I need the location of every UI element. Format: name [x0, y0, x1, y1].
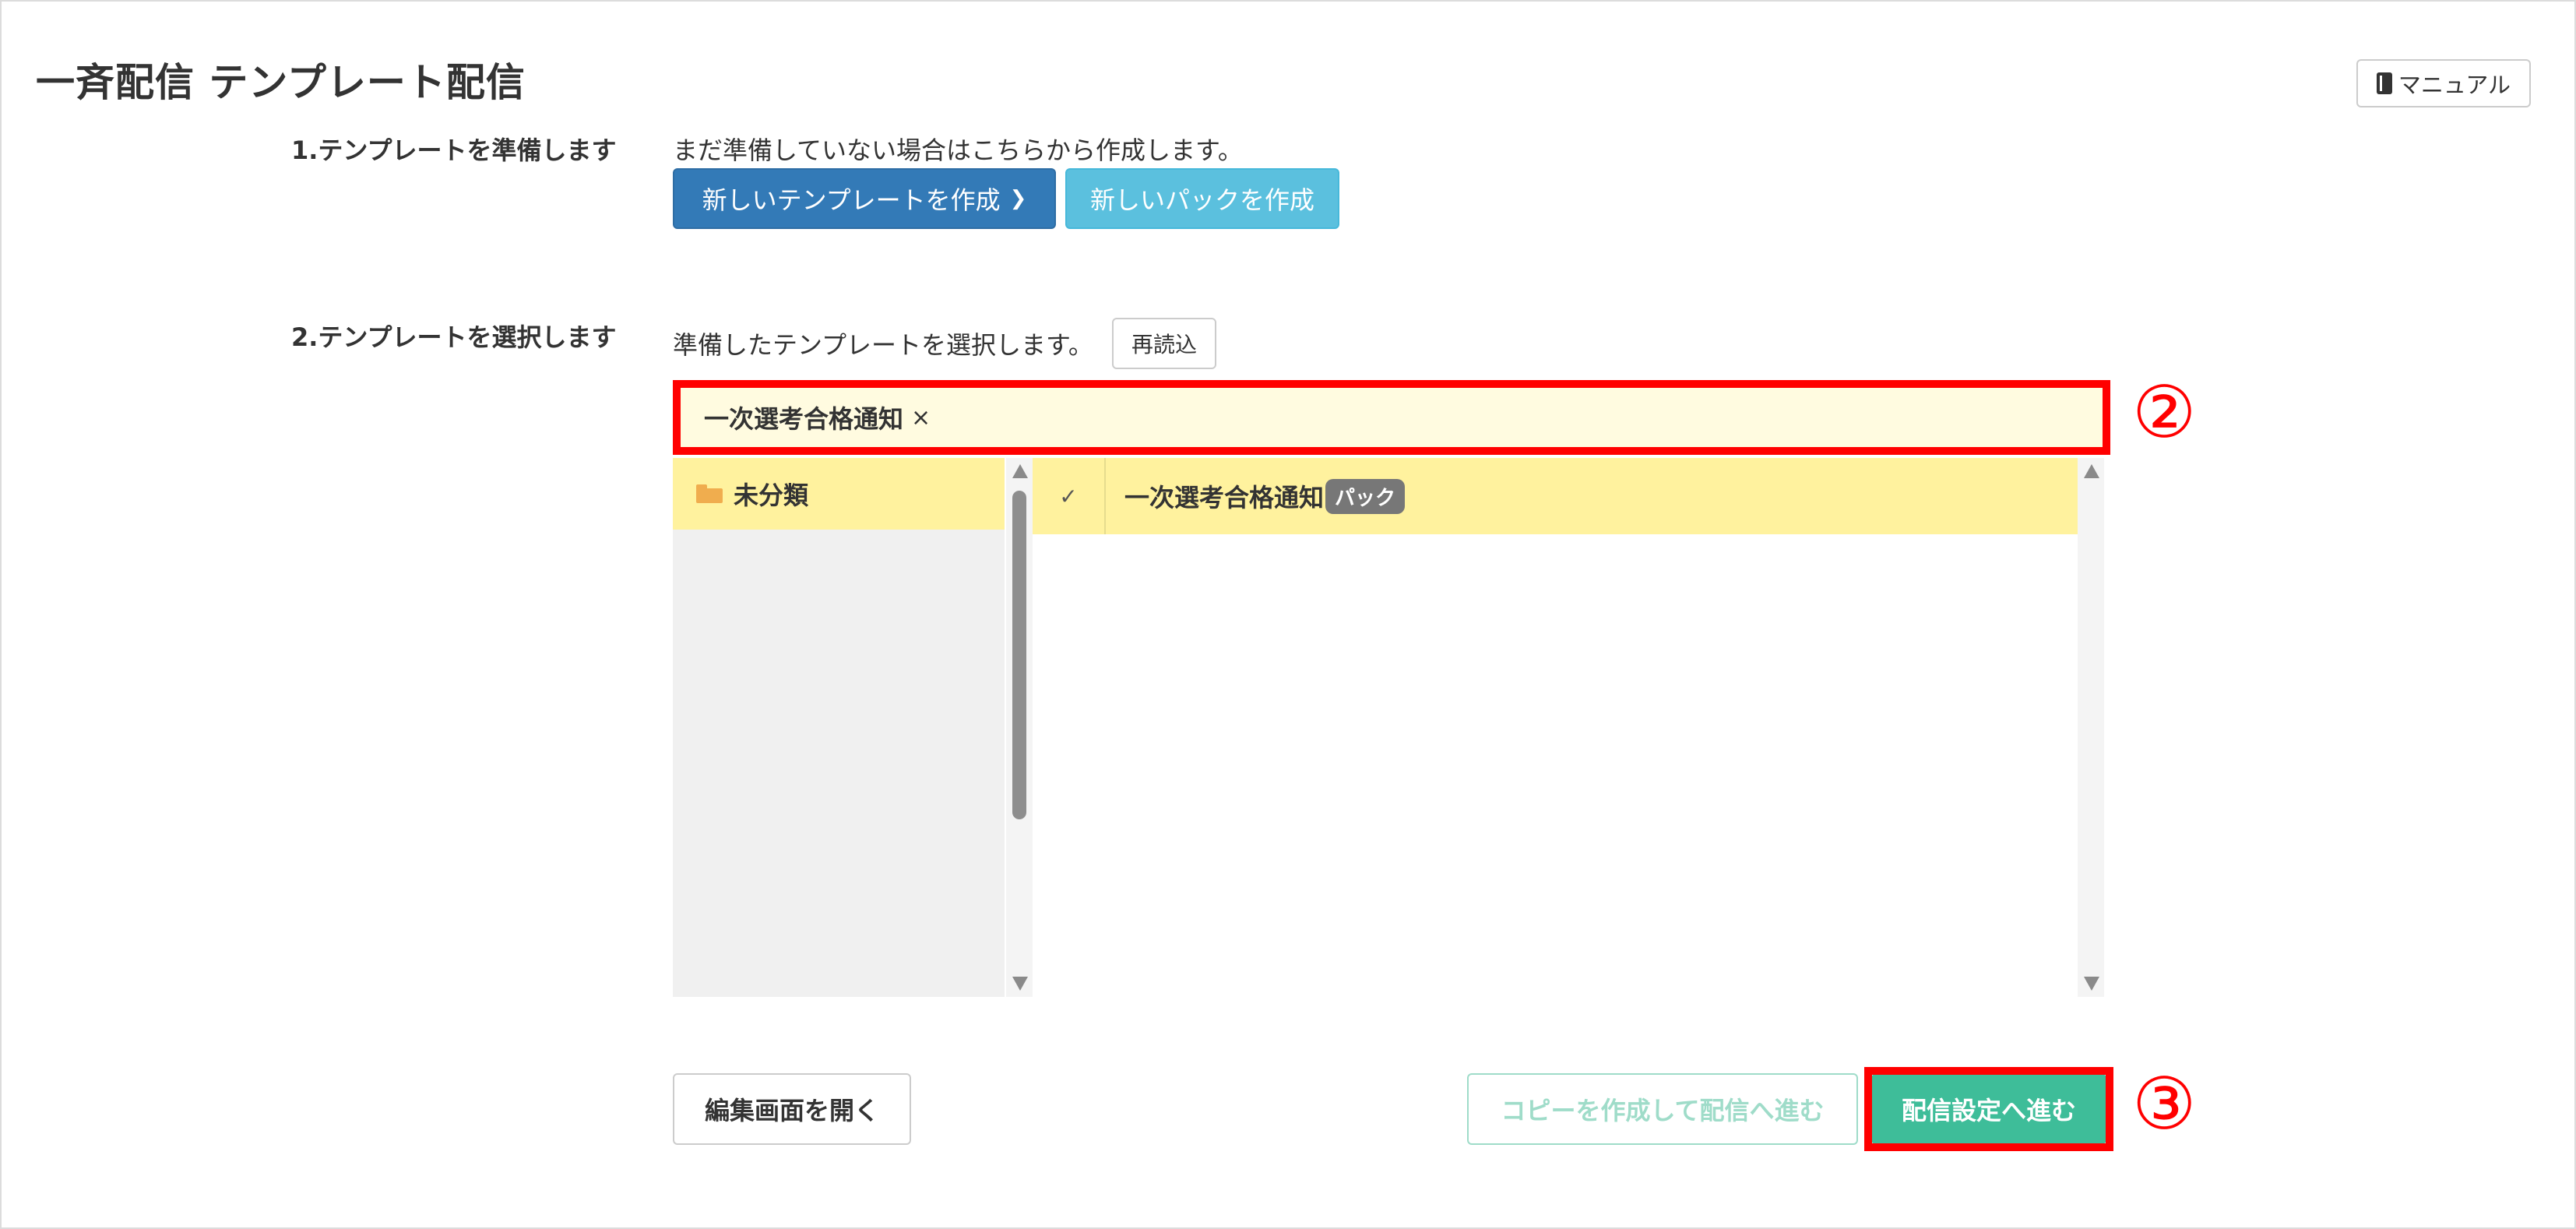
open-editor-button[interactable]: 編集画面を開く [673, 1073, 911, 1145]
template-row[interactable]: ✓ 一次選考合格通知 パック [1033, 458, 2078, 534]
manual-button-label: マニュアル [2398, 72, 2511, 98]
folder-item[interactable]: 未分類 [673, 458, 1005, 530]
reload-button-label: 再読込 [1131, 332, 1197, 357]
selected-template-tag: 一次選考合格通知 [704, 404, 904, 434]
reload-button[interactable]: 再読込 [1112, 318, 1216, 369]
folder-item-label: 未分類 [734, 481, 809, 510]
step2-hint: 準備したテンプレートを選択します。 [673, 330, 1093, 360]
template-name: 一次選考合格通知 パック [1106, 478, 1406, 514]
chevron-down-icon: ❯ [1009, 187, 1027, 210]
template-list: ✓ 一次選考合格通知 パック [1033, 458, 2078, 997]
folder-list: 未分類 [673, 458, 1005, 997]
open-editor-button-label: 編集画面を開く [704, 1096, 879, 1125]
new-pack-button[interactable]: 新しいパックを作成 [1065, 168, 1339, 229]
scroll-up-arrow-icon[interactable] [1012, 464, 1028, 478]
annotation-marker-2: ② [2132, 371, 2197, 454]
pack-badge: パック [1325, 478, 1406, 514]
new-template-button-label: 新しいテンプレートを作成 [702, 185, 1001, 215]
step1-hint: まだ準備していない場合はこちらから作成します。 [673, 136, 1243, 165]
copy-and-deliver-button-label: コピーを作成して配信へ進む [1501, 1096, 1825, 1125]
copy-and-deliver-button[interactable]: コピーを作成して配信へ進む [1467, 1073, 1858, 1145]
template-list-scrollbar[interactable] [2078, 458, 2104, 997]
book-icon [2376, 72, 2392, 94]
manual-button[interactable]: マニュアル [2356, 59, 2531, 107]
step1-label: 1.テンプレートを準備します [291, 136, 617, 165]
folder-open-icon [696, 484, 723, 503]
page-title: 一斉配信 テンプレート配信 [36, 60, 526, 105]
new-pack-button-label: 新しいパックを作成 [1089, 185, 1314, 215]
check-icon: ✓ [1033, 458, 1106, 534]
remove-selection-icon[interactable]: × [911, 404, 931, 431]
template-name-label: 一次選考合格通知 [1124, 483, 1325, 512]
folder-list-scrollbar[interactable] [1006, 458, 1033, 997]
selected-template-bar: 一次選考合格通知 × [673, 380, 2110, 455]
step2-label: 2.テンプレートを選択します [291, 322, 617, 352]
new-template-button[interactable]: 新しいテンプレートを作成 ❯ [673, 168, 1056, 229]
folder-list-scroll-thumb[interactable] [1012, 491, 1026, 819]
scroll-down-arrow-icon[interactable] [1012, 977, 1028, 991]
annotation-marker-3: ③ [2132, 1062, 2197, 1146]
scroll-up-arrow-icon[interactable] [2084, 464, 2099, 478]
scroll-down-arrow-icon[interactable] [2084, 977, 2099, 991]
proceed-to-delivery-settings-button[interactable]: 配信設定へ進む [1872, 1075, 2106, 1143]
proceed-button-label: 配信設定へ進む [1901, 1096, 2076, 1125]
